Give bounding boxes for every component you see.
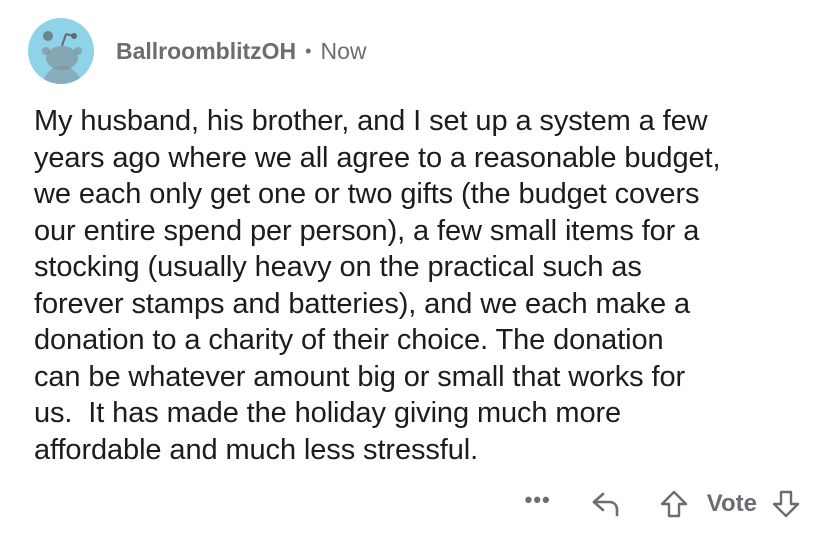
more-options-button[interactable]: ••• <box>525 489 551 519</box>
reply-icon <box>592 492 619 517</box>
comment-header: BallroomblitzOH • Now <box>28 18 367 84</box>
avatar[interactable] <box>28 18 94 84</box>
downvote-icon <box>772 490 800 518</box>
username[interactable]: BallroomblitzOH <box>116 38 296 65</box>
comment-meta: BallroomblitzOH • Now <box>116 38 367 65</box>
snoo-avatar-icon <box>42 31 82 84</box>
timestamp: Now <box>320 37 367 64</box>
comment-body: My husband, his brother, and I set up a … <box>34 105 721 466</box>
reply-button[interactable] <box>591 491 621 517</box>
meta-separator: • <box>305 40 312 61</box>
upvote-button[interactable] <box>659 489 689 519</box>
downvote-button[interactable] <box>771 489 801 519</box>
vote-label: Vote <box>706 490 757 517</box>
comment-card: BallroomblitzOH • Now My husband, his br… <box>0 0 825 536</box>
upvote-icon <box>660 490 687 518</box>
comment-actions: ••• Vote <box>525 482 801 526</box>
